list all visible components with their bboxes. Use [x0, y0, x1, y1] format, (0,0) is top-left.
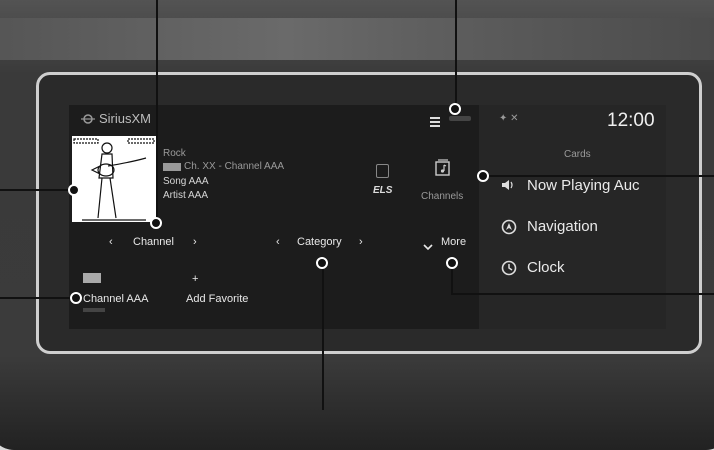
signal-indicator	[449, 116, 471, 121]
category-label: Category	[297, 236, 342, 248]
chevron-down-icon[interactable]	[423, 238, 433, 256]
more-button[interactable]: More	[441, 236, 466, 248]
channels-button[interactable]: Channels	[419, 159, 469, 207]
status-icon: ✦ ✕	[499, 113, 519, 124]
channel-logo	[163, 163, 181, 171]
callout-line-channels	[483, 175, 714, 177]
callout-line-album-art	[0, 189, 73, 191]
callout-dot-menu	[449, 103, 461, 115]
channels-label: Channels	[421, 191, 464, 202]
channel-prev-button[interactable]: ‹	[109, 236, 113, 248]
callout-dot-channels	[477, 170, 489, 182]
channel-next-button[interactable]: ›	[193, 236, 197, 248]
callout-line-menu	[455, 0, 457, 110]
cards-title: Cards	[564, 149, 591, 160]
category-prev-button[interactable]: ‹	[276, 236, 280, 248]
song-title: Song AAA	[163, 176, 209, 187]
callout-dot-more	[446, 257, 458, 269]
album-art	[72, 136, 156, 222]
clock-display: 12:00	[607, 110, 655, 131]
music-note-icon	[435, 159, 451, 182]
menu-icon[interactable]	[430, 114, 442, 132]
favorite-channel-logo	[83, 273, 101, 283]
clock-icon	[501, 260, 517, 281]
dashboard-trim	[0, 18, 714, 60]
favorite-channel-button[interactable]: Channel AAA	[83, 293, 148, 305]
callout-line-channel	[156, 0, 158, 224]
card-navigation[interactable]: Navigation	[527, 218, 598, 235]
plus-icon: +	[192, 273, 199, 285]
siriusxm-logo-icon	[81, 112, 95, 131]
callout-line-category	[322, 262, 324, 410]
card-now-playing[interactable]: Now Playing Auc	[527, 177, 640, 194]
card-clock[interactable]: Clock	[527, 259, 565, 276]
channel-label: Channel	[133, 236, 174, 248]
favorite-subtitle	[83, 308, 105, 312]
callout-dot-album-art	[68, 184, 80, 196]
speaker-icon	[501, 178, 515, 196]
add-favorite-button[interactable]: Add Favorite	[186, 293, 248, 305]
artist-name: Artist AAA	[163, 190, 209, 201]
callout-line-favorite	[0, 297, 75, 299]
els-logo: ELS	[373, 185, 393, 196]
page-title: SiriusXM	[99, 111, 152, 126]
genre-label: Rock	[163, 148, 186, 159]
category-next-button[interactable]: ›	[359, 236, 363, 248]
channel-line: Ch. XX - Channel AAA	[184, 161, 285, 172]
info-icon[interactable]	[376, 164, 389, 178]
callout-dot-channel	[150, 217, 162, 229]
navigation-icon	[501, 219, 517, 240]
callout-line-more	[451, 293, 714, 295]
callout-dot-favorite	[70, 292, 82, 304]
callout-dot-category	[316, 257, 328, 269]
